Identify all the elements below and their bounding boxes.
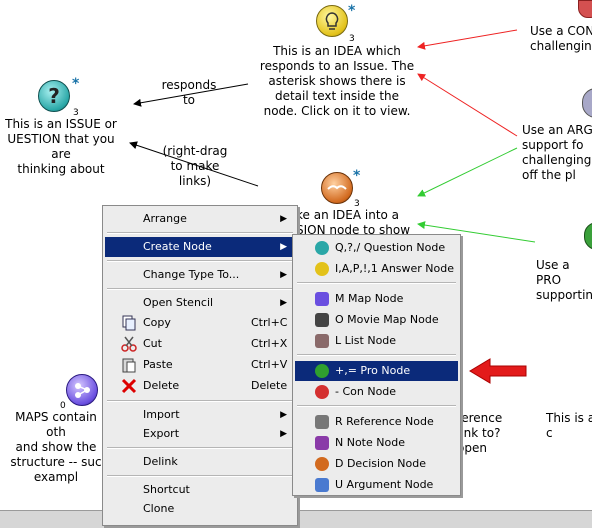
menu-item-export[interactable]: Export ▶ xyxy=(105,424,295,444)
map-icon[interactable] xyxy=(66,374,98,406)
submenu-item-pro-node[interactable]: +,= Pro Node xyxy=(295,361,458,381)
question-icon[interactable]: ? xyxy=(38,80,70,112)
issue-node-text[interactable]: This is an ISSUE or UESTION that you are… xyxy=(0,117,122,177)
submenu-item-reference-node[interactable]: R Reference Node xyxy=(295,412,458,432)
menu-item-cut[interactable]: Cut Ctrl+X xyxy=(105,334,295,354)
plus-icon xyxy=(315,364,329,378)
submenu-item-con-node[interactable]: - Con Node xyxy=(295,382,458,402)
menu-separator xyxy=(297,282,456,284)
submenu-item-argument-node[interactable]: U Argument Node xyxy=(295,475,458,495)
issue-asterisk: * xyxy=(72,76,80,92)
link-con-to-idea xyxy=(417,29,518,50)
menu-item-create-node[interactable]: Create Node ▶ xyxy=(105,237,295,257)
lightbulb-icon[interactable] xyxy=(316,5,348,37)
paste-icon xyxy=(121,357,137,373)
submenu-item-list-node[interactable]: L List Node xyxy=(295,331,458,351)
idea-count: 3 xyxy=(349,34,355,44)
chevron-right-icon: ▶ xyxy=(280,410,287,420)
reference-icon xyxy=(315,415,329,429)
svg-text:?: ? xyxy=(48,84,60,108)
menu-item-arrange[interactable]: Arrange ▶ xyxy=(105,209,295,229)
chevron-right-icon: ▶ xyxy=(280,270,287,280)
con-node-text[interactable]: Use a CON challengin xyxy=(530,24,592,54)
menu-item-open-stencil[interactable]: Open Stencil ▶ xyxy=(105,293,295,313)
chevron-right-icon: ▶ xyxy=(280,214,287,224)
submenu-item-answer-node[interactable]: I,A,P,!,1 Answer Node xyxy=(295,259,458,279)
submenu-item-question-node[interactable]: Q,?,/ Question Node xyxy=(295,238,458,258)
question-icon xyxy=(315,241,329,255)
context-menu: Arrange ▶ Create Node ▶ Change Type To... ▶… xyxy=(102,205,298,526)
list-icon xyxy=(315,334,329,348)
link-arg-to-idea xyxy=(417,73,518,137)
menu-separator xyxy=(107,260,293,262)
red-arrow-annotation-icon xyxy=(469,358,527,384)
right-node-text[interactable]: This is a c xyxy=(546,411,592,441)
argument-node-text[interactable]: Use an ARG support fo challenging off th… xyxy=(522,123,592,183)
submenu-item-movie-map-node[interactable]: O Movie Map Node xyxy=(295,310,458,330)
minus-icon xyxy=(315,385,329,399)
menu-separator xyxy=(297,354,456,356)
detail-asterisk: * xyxy=(348,3,356,19)
submenu-item-note-node[interactable]: N Note Node xyxy=(295,433,458,453)
menu-item-delink[interactable]: Delink xyxy=(105,452,295,472)
movie-map-icon xyxy=(315,313,329,327)
submenu-item-decision-node[interactable]: D Decision Node xyxy=(295,454,458,474)
handshake-icon[interactable] xyxy=(321,172,353,204)
link-label-responds-to[interactable]: responds to xyxy=(158,78,220,108)
menu-item-delete[interactable]: Delete Delete xyxy=(105,376,295,396)
note-icon xyxy=(315,436,329,450)
menu-item-copy[interactable]: Copy Ctrl+C xyxy=(105,313,295,333)
menu-separator xyxy=(107,400,293,402)
menu-separator xyxy=(107,232,293,234)
chevron-right-icon: ▶ xyxy=(280,242,287,252)
menu-separator xyxy=(297,405,456,407)
delete-x-icon xyxy=(121,378,137,394)
decision-asterisk: * xyxy=(353,168,361,184)
handshake-icon xyxy=(315,457,329,471)
create-node-submenu: Q,?,/ Question Node I,A,P,!,1 Answer Nod… xyxy=(292,234,461,496)
lightbulb-icon xyxy=(315,262,329,276)
link-arg-to-decision xyxy=(417,147,518,197)
menu-item-shortcut[interactable]: Shortcut xyxy=(105,480,295,500)
menu-separator xyxy=(107,475,293,477)
map-icon xyxy=(315,292,329,306)
menu-separator xyxy=(107,447,293,449)
link-label-right-drag[interactable]: (right-drag to make links) xyxy=(160,144,230,189)
menu-item-import[interactable]: Import ▶ xyxy=(105,405,295,425)
idea-node-text[interactable]: This is an IDEA which responds to an Iss… xyxy=(252,44,422,119)
menu-item-change-type[interactable]: Change Type To... ▶ xyxy=(105,265,295,285)
chevron-right-icon: ▶ xyxy=(280,429,287,439)
argument-icon xyxy=(315,478,329,492)
reference-node-text[interactable]: ference link to? open xyxy=(457,411,517,456)
copy-icon xyxy=(121,315,137,331)
submenu-item-map-node[interactable]: M Map Node xyxy=(295,289,458,309)
map-node-text[interactable]: MAPS contain oth and show the structure … xyxy=(6,410,106,485)
pro-node-text[interactable]: Use a PRO supportin xyxy=(536,258,592,303)
menu-separator xyxy=(107,288,293,290)
menu-item-paste[interactable]: Paste Ctrl+V xyxy=(105,355,295,375)
menu-item-clone[interactable]: Clone xyxy=(105,499,295,519)
scissors-icon xyxy=(121,336,137,352)
chevron-right-icon: ▶ xyxy=(280,298,287,308)
